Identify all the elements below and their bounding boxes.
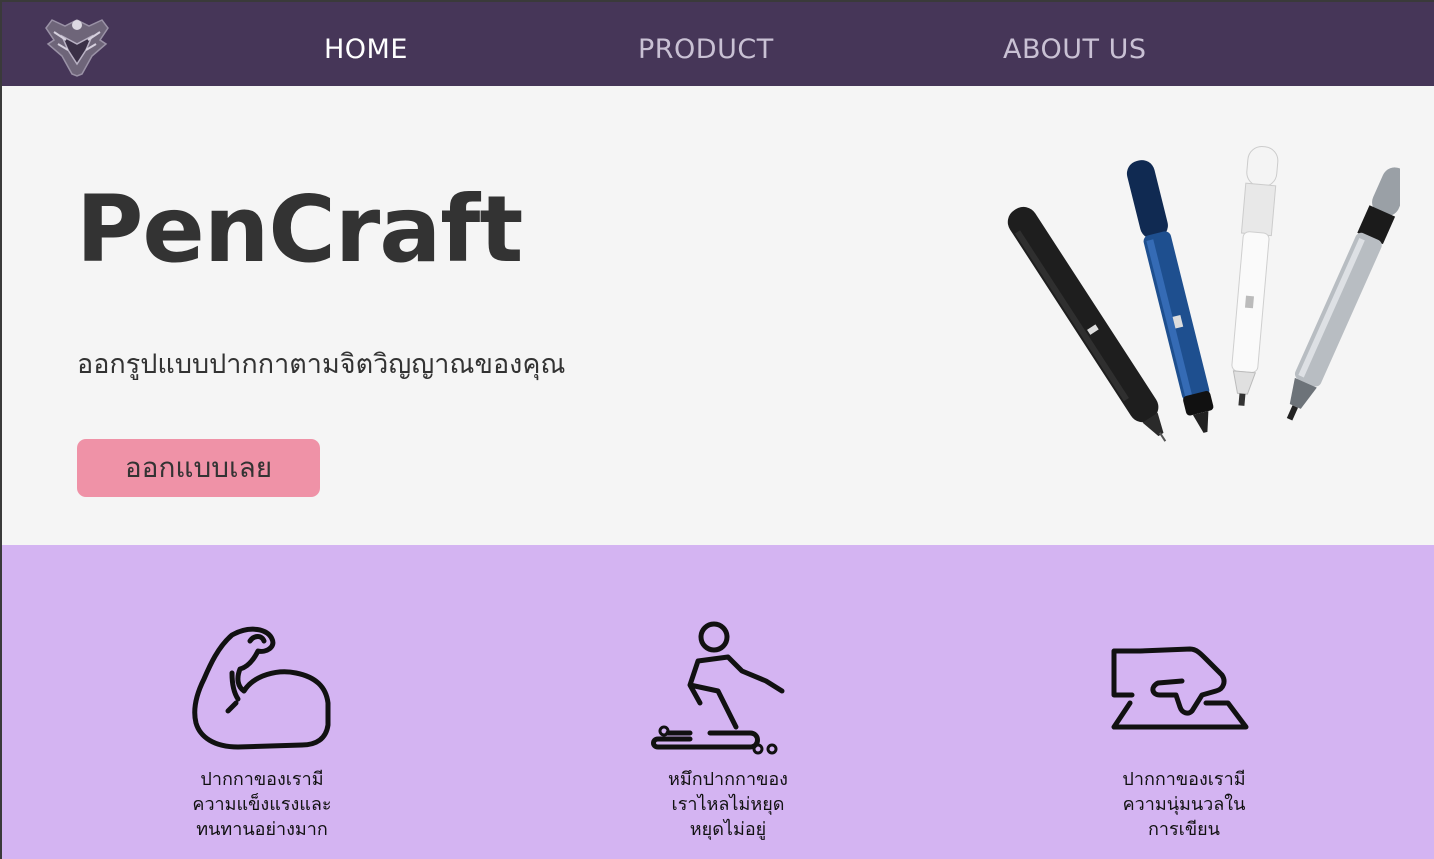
hero-subtitle: ออกรูปแบบปากกาตามจิตวิญญาณของคุณ: [77, 349, 566, 380]
slipping-person-icon: [651, 621, 785, 755]
white-pen: [1231, 146, 1279, 406]
silver-pen: [1286, 167, 1400, 421]
feature-strength-text: ปากกาของเรามี ความแข็งแรงและ ทนทานอย่างม…: [192, 769, 332, 840]
hand-writing-icon: [1111, 646, 1249, 730]
design-now-button[interactable]: ออกแบบเลย: [77, 439, 320, 497]
top-navbar: HOME PRODUCT ABOUT US: [2, 2, 1434, 86]
hero-title: PenCraft: [76, 176, 523, 283]
pens-image: [1007, 146, 1400, 442]
feature-smooth-text: ปากกาของเรามี ความนุ่มนวลใน การเขียน: [1122, 769, 1246, 840]
hero-section: PenCraft ออกรูปแบบปากกาตามจิตวิญญาณของคุ…: [2, 86, 1434, 545]
muscle-arm-icon: [192, 626, 331, 750]
logo-icon[interactable]: [42, 14, 112, 78]
nav-home-link[interactable]: HOME: [324, 34, 408, 65]
features-section: ปากกาของเรามี ความแข็งแรงและ ทนทานอย่างม…: [2, 545, 1434, 859]
feature-ink-flow-text: หมึกปากกาของ เราไหลไม่หยุด หยุดไม่อยู่: [668, 769, 788, 840]
nav-about-link[interactable]: ABOUT US: [1003, 34, 1147, 65]
page: HOME PRODUCT ABOUT US PenCraft ออกรูปแบบ…: [2, 2, 1434, 859]
nav-product-link[interactable]: PRODUCT: [638, 34, 774, 65]
